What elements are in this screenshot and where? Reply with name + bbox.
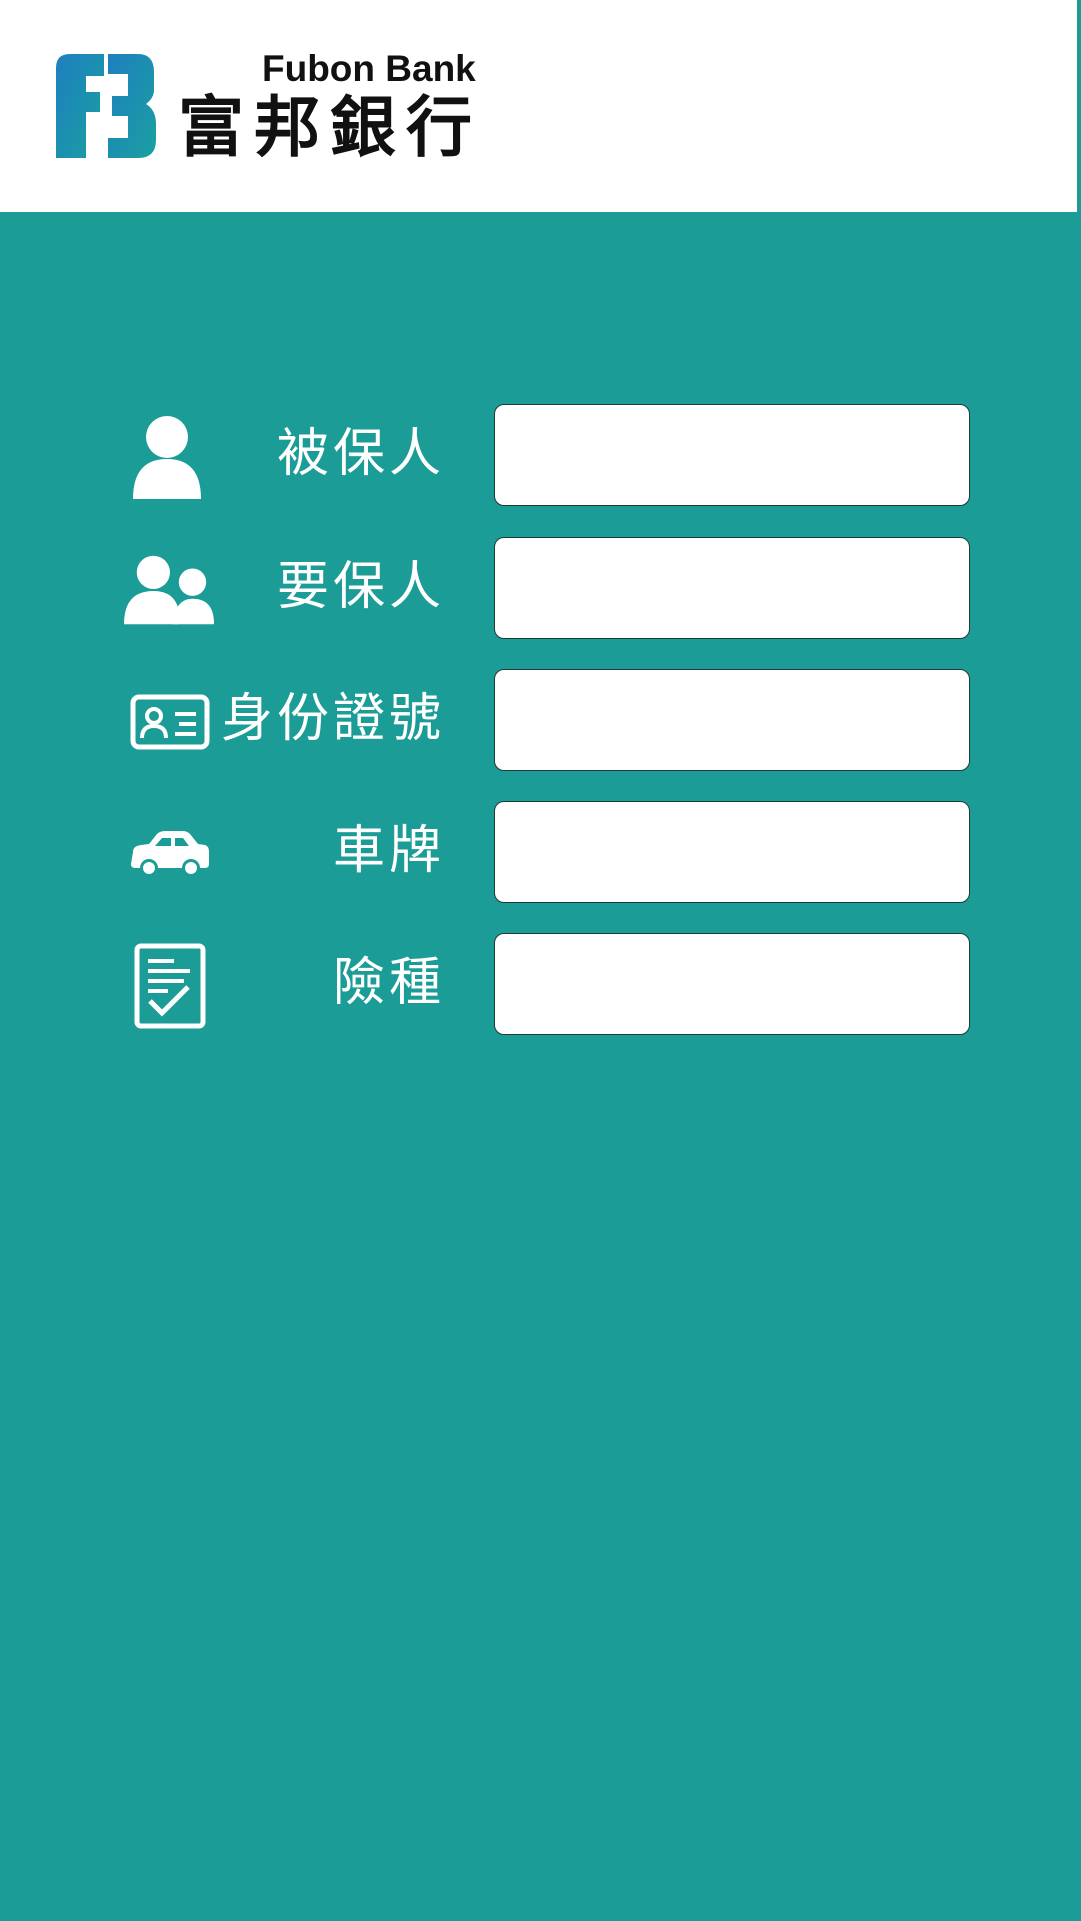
field-label-id-number: 身份證號	[220, 689, 445, 749]
field-label-insurance-type: 險種	[332, 953, 445, 1013]
license-plate-input[interactable]	[494, 801, 970, 903]
fubon-logo-icon	[56, 54, 156, 158]
field-label-license-plate: 車牌	[332, 821, 445, 881]
form-row-insured: 被保人	[0, 404, 1081, 508]
brand-name-zh: 富邦銀行	[178, 89, 482, 166]
car-icon	[124, 809, 216, 899]
field-label-insured: 被保人	[276, 424, 445, 484]
policyholder-input[interactable]	[494, 537, 970, 639]
insured-input[interactable]	[494, 404, 970, 506]
page: Fubon Bank 富邦銀行 被保人 要保人 身份證號 車牌 險種	[0, 0, 1081, 1921]
form-row-policyholder: 要保人	[0, 537, 1081, 641]
brand-name-en: Fubon Bank	[262, 48, 476, 89]
insurance-type-input[interactable]	[494, 933, 970, 1035]
form-row-insurance-type: 險種	[0, 933, 1081, 1037]
checklist-icon	[124, 941, 216, 1031]
people-icon	[124, 545, 216, 635]
id-card-icon	[124, 677, 216, 767]
form-row-license-plate: 車牌	[0, 801, 1081, 905]
id-number-input[interactable]	[494, 669, 970, 771]
field-label-policyholder: 要保人	[276, 557, 445, 617]
person-icon	[124, 412, 216, 502]
header: Fubon Bank 富邦銀行	[0, 0, 1081, 212]
form-row-id-number: 身份證號	[0, 669, 1081, 773]
